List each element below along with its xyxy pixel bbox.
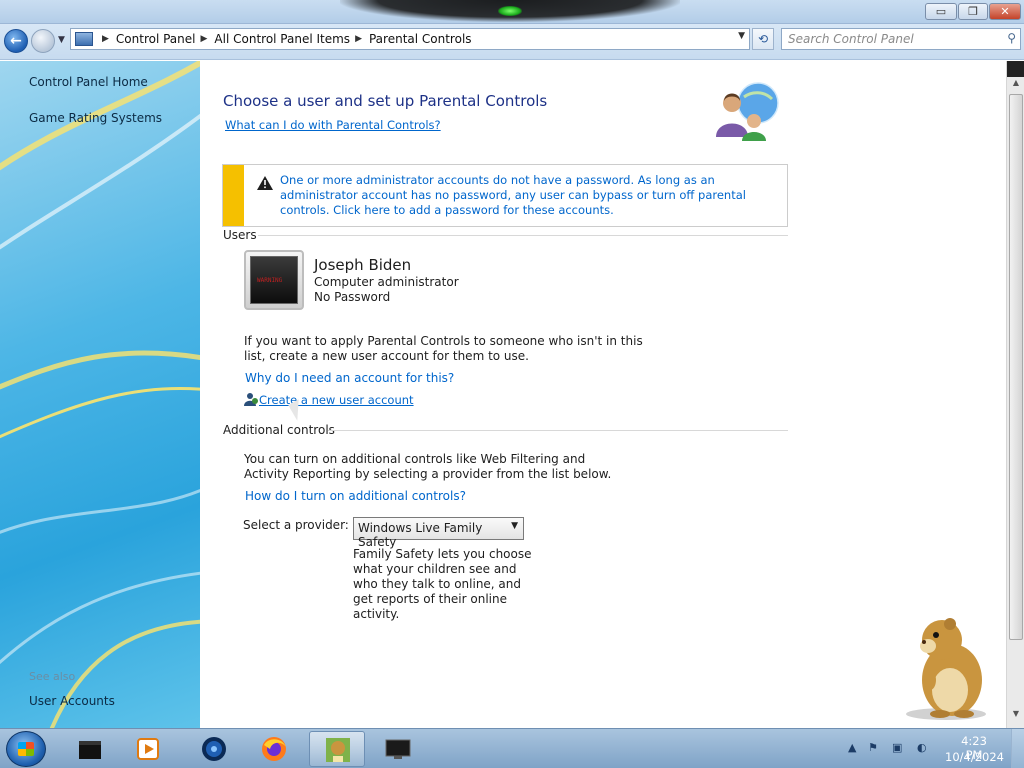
additional-controls-heading: Additional controls bbox=[223, 423, 335, 437]
black-box-app-icon bbox=[79, 741, 101, 759]
user-name[interactable]: Joseph Biden bbox=[314, 256, 411, 274]
webcam-notch bbox=[340, 0, 680, 22]
scroll-thumb[interactable] bbox=[1009, 94, 1023, 640]
minimize-button[interactable]: ▭ bbox=[925, 3, 957, 20]
main-content: Choose a user and set up Parental Contro… bbox=[200, 61, 1006, 728]
search-placeholder: Search Control Panel bbox=[788, 32, 914, 46]
title-bar: ▭ ❐ ✕ bbox=[0, 0, 1024, 24]
users-section-heading: Users bbox=[223, 228, 257, 242]
how-additional-controls-link[interactable]: How do I turn on additional controls? bbox=[245, 489, 466, 503]
chevron-down-icon[interactable]: ▼ bbox=[511, 521, 518, 531]
action-center-icon[interactable]: ⚑ bbox=[868, 741, 878, 754]
left-pane: Control Panel Home Game Rating Systems S… bbox=[0, 61, 200, 728]
taskbar: ▲ ⚑ ▣ ◐ 4:23 PM 10/4/2024 bbox=[0, 728, 1024, 768]
vertical-scrollbar[interactable]: ▲ ▼ bbox=[1006, 61, 1024, 728]
section-divider bbox=[328, 430, 788, 431]
hamster-box-icon bbox=[326, 738, 350, 762]
section-divider bbox=[258, 235, 788, 236]
provider-selected-value: Windows Live Family Safety bbox=[358, 521, 483, 549]
chevron-right-icon[interactable]: ▶ bbox=[102, 34, 109, 44]
recent-pages-dropdown[interactable]: ▼ bbox=[58, 35, 65, 45]
chevron-down-icon[interactable]: ▼ bbox=[738, 31, 745, 41]
taskbar-app-monitor[interactable] bbox=[370, 731, 426, 767]
globe-app-icon bbox=[202, 737, 226, 761]
network-icon[interactable]: ▣ bbox=[892, 741, 902, 754]
start-button[interactable] bbox=[6, 731, 46, 767]
chevron-right-icon[interactable]: ▶ bbox=[355, 34, 362, 44]
forward-button[interactable] bbox=[31, 29, 55, 53]
user-add-icon bbox=[244, 393, 258, 406]
navigation-bar: ← ▼ ▶ Control Panel ▶ All Control Panel … bbox=[0, 24, 1024, 60]
windows-logo-icon bbox=[18, 742, 34, 756]
search-input[interactable]: Search Control Panel ⚲ bbox=[781, 28, 1021, 50]
page-title: Choose a user and set up Parental Contro… bbox=[223, 92, 548, 110]
swirl-background bbox=[0, 61, 200, 728]
warning-banner[interactable]: One or more administrator accounts do no… bbox=[222, 164, 788, 227]
see-also-heading: See also bbox=[29, 670, 76, 683]
users-help-text: If you want to apply Parental Controls t… bbox=[244, 334, 643, 363]
address-bar[interactable]: ▶ Control Panel ▶ All Control Panel Item… bbox=[70, 28, 750, 50]
provider-description: Family Safety lets you choose what your … bbox=[353, 547, 532, 621]
taskbar-app-media-player[interactable] bbox=[120, 731, 176, 767]
warning-stripe bbox=[223, 165, 244, 226]
show-hidden-icons-arrow[interactable]: ▲ bbox=[848, 741, 856, 754]
scroll-up-arrow[interactable]: ▲ bbox=[1008, 78, 1024, 94]
game-rating-systems-link[interactable]: Game Rating Systems bbox=[29, 111, 162, 125]
search-icon[interactable]: ⚲ bbox=[1007, 31, 1016, 45]
taskbar-app-firefox[interactable] bbox=[246, 731, 302, 767]
warning-message-link[interactable]: One or more administrator accounts do no… bbox=[280, 173, 780, 218]
monitor-app-icon bbox=[385, 739, 411, 759]
scroll-down-arrow[interactable]: ▼ bbox=[1008, 709, 1024, 725]
additional-controls-text: You can turn on additional controls like… bbox=[244, 452, 612, 481]
window-corner-icon bbox=[1007, 61, 1024, 77]
provider-label: Select a provider: bbox=[243, 518, 349, 532]
control-panel-home-link[interactable]: Control Panel Home bbox=[29, 75, 148, 89]
media-player-icon bbox=[137, 738, 159, 760]
user-avatar-tile[interactable]: WARNING bbox=[244, 250, 304, 310]
clock-date[interactable]: 10/4/2024 bbox=[945, 750, 1004, 764]
parental-controls-icon bbox=[716, 82, 779, 141]
user-accounts-link[interactable]: User Accounts bbox=[29, 694, 115, 708]
control-panel-icon bbox=[75, 32, 93, 46]
refresh-button[interactable]: ⟲ bbox=[752, 28, 774, 50]
breadcrumb-control-panel[interactable]: Control Panel bbox=[116, 32, 196, 46]
firefox-icon bbox=[262, 737, 286, 761]
taskbar-app-globe[interactable] bbox=[186, 731, 242, 767]
avatar-caption: WARNING bbox=[257, 277, 283, 284]
breadcrumb-all-items[interactable]: All Control Panel Items bbox=[214, 32, 350, 46]
user-password-status: No Password bbox=[314, 290, 391, 304]
close-button[interactable]: ✕ bbox=[989, 3, 1021, 20]
warning-icon bbox=[257, 176, 273, 190]
help-link[interactable]: What can I do with Parental Controls? bbox=[225, 118, 441, 132]
back-button[interactable]: ← bbox=[4, 29, 28, 53]
breadcrumb-parental-controls[interactable]: Parental Controls bbox=[369, 32, 472, 46]
camera-indicator-icon bbox=[498, 6, 522, 16]
hamster-mascot-icon[interactable] bbox=[900, 610, 992, 722]
avatar-image: WARNING bbox=[250, 256, 298, 304]
why-account-link[interactable]: Why do I need an account for this? bbox=[245, 371, 454, 385]
create-user-account-link[interactable]: Create a new user account bbox=[259, 393, 414, 407]
provider-select[interactable]: Windows Live Family Safety ▼ bbox=[353, 517, 524, 549]
volume-icon[interactable]: ◐ bbox=[917, 741, 927, 754]
maximize-button[interactable]: ❐ bbox=[958, 3, 988, 20]
chevron-right-icon[interactable]: ▶ bbox=[201, 34, 208, 44]
user-role: Computer administrator bbox=[314, 275, 459, 289]
taskbar-app-black-box[interactable] bbox=[62, 731, 118, 767]
taskbar-app-hamster-box[interactable] bbox=[309, 731, 365, 767]
show-desktop-button[interactable] bbox=[1011, 729, 1024, 768]
